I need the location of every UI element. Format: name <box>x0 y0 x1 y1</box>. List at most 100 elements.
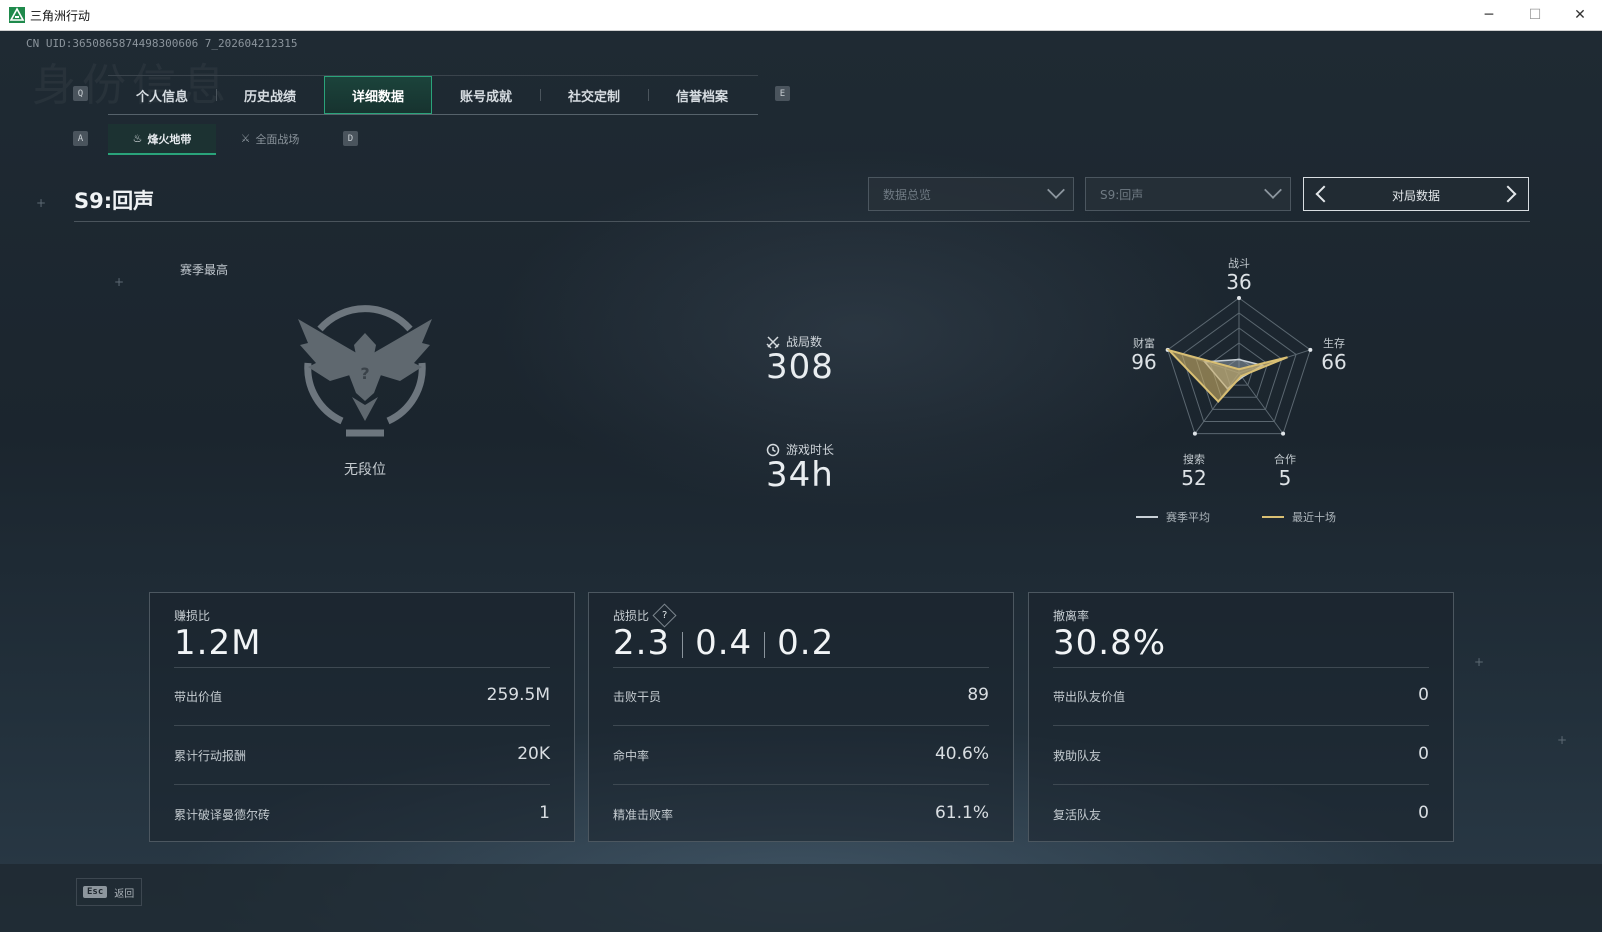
help-glyph: ? <box>661 610 668 621</box>
matches-value: 308 <box>766 347 834 387</box>
stat-row: 累计破译曼德尔砖 1 <box>174 803 550 826</box>
esc-key-hint: Esc <box>83 886 108 898</box>
radar-value-wealth: 96 <box>1131 350 1157 374</box>
kill-death-card: 战损比 ? 2.3 0.4 0.2 击败干员 89 命中率 40.6% 精准击败率 … <box>588 592 1014 842</box>
legend-line <box>1136 516 1158 518</box>
kd-ratio-value: 2.3 <box>613 623 671 663</box>
card-divider <box>613 784 989 785</box>
stat-value: 20K <box>517 744 550 764</box>
card-main-value: 30.8% <box>1053 623 1167 663</box>
window-title: 三角洲行动 <box>30 9 91 23</box>
main-tabs: 个人信息 历史战绩 详细数据 账号成就 社交定制 信誉档案 <box>108 75 758 115</box>
crosshair-decor-icon: + <box>36 196 47 210</box>
radar-vertex-dot <box>1281 431 1286 436</box>
stat-value: 40.6% <box>934 744 989 764</box>
tab-personal-info[interactable]: 个人信息 <box>108 76 216 114</box>
minimize-button[interactable]: ─ <box>1466 0 1512 30</box>
stat-row: 命中率 40.6% <box>613 744 989 767</box>
data-type-pager: 对局数据 <box>1303 177 1529 211</box>
card-divider <box>613 725 989 726</box>
tab-credit-record[interactable]: 信誉档案 <box>648 76 756 114</box>
header-divider <box>74 221 1530 222</box>
tab-social-customization[interactable]: 社交定制 <box>540 76 648 114</box>
kd-ratio-value: 0.2 <box>777 623 835 663</box>
crosshair-decor-icon: + <box>1474 655 1485 669</box>
card-label: 撤离率 <box>1053 609 1090 623</box>
card-divider <box>174 667 550 668</box>
stat-name: 救助队友 <box>1053 749 1102 763</box>
subtab-next-key-hint[interactable]: D <box>343 131 358 146</box>
subtab-warfare[interactable]: ⚔ 全面战场 <box>216 124 324 153</box>
card-divider <box>1053 667 1429 668</box>
tab-prev-key-hint[interactable]: Q <box>73 86 88 101</box>
pager-label: 对局数据 <box>1391 189 1440 203</box>
tab-detailed-data[interactable]: 详细数据 <box>324 76 432 114</box>
stat-row: 救助队友 0 <box>1053 744 1429 767</box>
stat-row: 累计行动报酬 20K <box>174 744 550 767</box>
radar-value-cooperation: 5 <box>1278 466 1292 490</box>
season-title: S9:回声 <box>74 189 155 213</box>
stat-value: 61.1% <box>934 803 989 823</box>
radar-vertex-dot <box>1192 431 1197 436</box>
subtab-hazard-zone[interactable]: ♨ 烽火地带 <box>108 124 216 155</box>
radar-label-search: 搜索 <box>1183 453 1205 466</box>
dropdown-value: 数据总览 <box>883 187 932 202</box>
value-divider <box>764 631 766 658</box>
subtab-label: 烽火地带 <box>147 132 192 146</box>
card-divider <box>1053 725 1429 726</box>
playtime-value: 34h <box>766 455 834 495</box>
stat-row: 带出价值 259.5M <box>174 685 550 708</box>
card-divider <box>174 784 550 785</box>
crosshair-decor-icon: + <box>114 275 125 289</box>
tab-match-history[interactable]: 历史战绩 <box>216 76 324 114</box>
legend-season-average: 赛季平均 <box>1136 509 1210 525</box>
back-label: 返回 <box>114 888 135 900</box>
legend-recent-ten: 最近十场 <box>1262 509 1336 525</box>
extraction-rate-card: 撤离率 30.8% 带出队友价值 0 救助队友 0 复活队友 0 <box>1028 592 1454 842</box>
data-view-dropdown[interactable]: 数据总览 <box>868 177 1074 211</box>
radar-value-combat: 36 <box>1226 270 1252 294</box>
stat-value: 0 <box>1418 685 1429 705</box>
warfare-icon: ⚔ <box>240 132 251 145</box>
stat-name: 累计破译曼德尔砖 <box>174 808 271 822</box>
stat-name: 命中率 <box>613 749 650 763</box>
stat-row: 击败干员 89 <box>613 685 989 708</box>
crosshair-decor-icon: + <box>1557 733 1568 747</box>
tab-next-key-hint[interactable]: E <box>775 86 790 101</box>
subtab-prev-key-hint[interactable]: A <box>73 131 88 146</box>
back-button[interactable]: Esc 返回 <box>76 878 142 906</box>
stat-value: 0 <box>1418 744 1429 764</box>
window-titlebar: 三角洲行动 ─ ☐ ✕ <box>0 0 1602 31</box>
stat-value: 89 <box>967 685 989 705</box>
profit-loss-card: 赚损比 1.2M 带出价值 259.5M 累计行动报酬 20K 累计破译曼德尔砖… <box>149 592 575 842</box>
card-divider <box>613 667 989 668</box>
maximize-button[interactable]: ☐ <box>1512 0 1558 30</box>
bottom-bar: Esc 返回 <box>0 864 1602 932</box>
legend-label: 最近十场 <box>1292 511 1336 524</box>
svg-text:?: ? <box>360 364 369 383</box>
kd-ratio-value: 0.4 <box>695 623 753 663</box>
stat-name: 复活队友 <box>1053 808 1102 822</box>
legend-label: 赛季平均 <box>1166 511 1210 524</box>
hazard-zone-icon: ♨ <box>132 132 143 145</box>
ability-radar-chart: 战斗 36 生存 66 合作 5 搜索 52 财富 96 <box>1100 251 1380 521</box>
stat-name: 带出队友价值 <box>1053 690 1126 704</box>
stat-name: 击败干员 <box>613 690 662 704</box>
stat-row: 精准击败率 61.1% <box>613 803 989 826</box>
app-icon <box>9 7 25 23</box>
radar-label-cooperation: 合作 <box>1274 453 1296 466</box>
rank-name: 无段位 <box>344 462 386 478</box>
card-label: 战损比 <box>613 609 650 623</box>
radar-value-survival: 66 <box>1321 350 1347 374</box>
stat-value: 1 <box>539 803 550 823</box>
card-label: 赚损比 <box>174 609 211 623</box>
rank-emblem-icon: ? <box>298 305 432 437</box>
radar-vertex-dot <box>1237 296 1241 300</box>
dropdown-value: S9:回声 <box>1100 187 1144 202</box>
value-divider <box>682 631 684 658</box>
season-dropdown[interactable]: S9:回声 <box>1085 177 1291 211</box>
stat-name: 精准击败率 <box>613 808 674 822</box>
chevron-down-icon <box>1047 181 1065 199</box>
tab-account-achievements[interactable]: 账号成就 <box>432 76 540 114</box>
close-button[interactable]: ✕ <box>1558 0 1602 30</box>
